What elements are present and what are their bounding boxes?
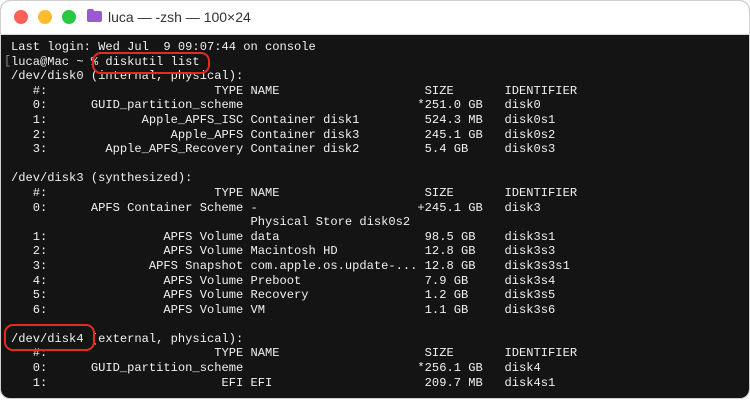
terminal-line: Physical Store disk0s2	[11, 215, 411, 230]
terminal-line: 5: APFS Volume Recovery 1.2 GB disk3s5	[11, 288, 556, 303]
terminal-line: #: TYPE NAME SIZE IDENTIFIER	[11, 346, 578, 361]
terminal-line: 0: GUID_partition_scheme *256.1 GB disk4	[11, 361, 541, 376]
terminal-line: 3: Apple_APFS_Recovery Container disk2 5…	[11, 142, 556, 157]
terminal-line: #: TYPE NAME SIZE IDENTIFIER	[11, 83, 578, 98]
title-bar: luca — -zsh — 100×24	[1, 1, 749, 35]
terminal-output[interactable]: Last login: Wed Jul 9 09:07:44 on consol…	[11, 40, 577, 390]
terminal-line: 2: Apple_APFS Container disk3 245.1 GB d…	[11, 127, 556, 142]
terminal-line: 6: APFS Volume VM 1.1 GB disk3s6	[11, 302, 556, 317]
terminal-line: 0: GUID_partition_scheme *251.0 GB disk0	[11, 98, 541, 113]
window-title: luca — -zsh — 100×24	[108, 9, 251, 25]
folder-icon	[87, 9, 102, 22]
terminal-line: 1: APFS Volume data 98.5 GB disk3s1	[11, 229, 556, 244]
terminal-line: 0: APFS Container Scheme - +245.1 GB dis…	[11, 200, 541, 215]
minimize-button[interactable]	[38, 10, 52, 24]
terminal-line: 4: APFS Volume Preboot 7.9 GB disk3s4	[11, 273, 556, 288]
terminal-line: 2: APFS Volume Macintosh HD 12.8 GB disk…	[11, 244, 556, 259]
disk4-highlight-circle	[4, 324, 95, 351]
zoom-button[interactable]	[62, 10, 76, 24]
close-button[interactable]	[14, 10, 28, 24]
terminal-line: 1: Apple_APFS_ISC Container disk1 524.3 …	[11, 112, 556, 127]
terminal-line: /dev/disk3 (synthesized):	[11, 171, 193, 186]
terminal-line: /dev/disk4 (external, physical):	[11, 331, 244, 346]
terminal-line: 3: APFS Snapshot com.apple.os.update-...…	[11, 258, 570, 273]
terminal-line: 1: EFI EFI 209.7 MB disk4s1	[11, 375, 556, 390]
command-highlight-circle	[92, 52, 210, 74]
terminal-window: luca — -zsh — 100×24 [ Last login: Wed J…	[0, 0, 750, 399]
terminal-line: #: TYPE NAME SIZE IDENTIFIER	[11, 185, 578, 200]
